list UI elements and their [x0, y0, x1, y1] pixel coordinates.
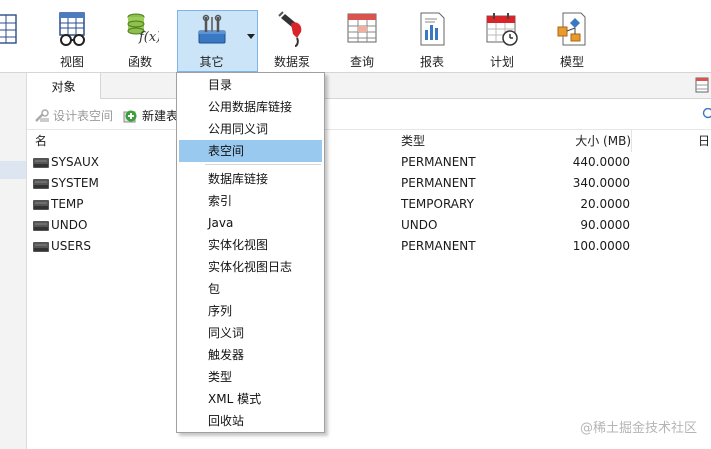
- new-tablespace-label: 新建表: [142, 109, 179, 123]
- object-toolbar: 设计表空间 新建表: [27, 99, 711, 130]
- cell-size: 90.0000: [580, 218, 630, 232]
- main-toolbar: 视图 f(x) 函数 其它: [0, 0, 711, 73]
- menu-item-trigger[interactable]: 触发器: [179, 344, 322, 366]
- cell-type: PERMANENT: [401, 239, 476, 253]
- model-diagram-icon: [557, 12, 586, 46]
- report-icon: [420, 12, 445, 46]
- cell-type: PERMANENT: [401, 176, 476, 190]
- model-button[interactable]: 模型: [546, 6, 598, 72]
- menu-item-directory[interactable]: 目录: [179, 74, 322, 96]
- cell-name: SYSTEM: [33, 173, 99, 194]
- tablespace-icon: [33, 157, 49, 168]
- menu-item-materialized-view[interactable]: 实体化视图: [179, 234, 322, 256]
- report-button-label: 报表: [419, 55, 444, 69]
- data-pump-button-label: 数据泵: [273, 55, 310, 69]
- tablespace-icon: [33, 199, 49, 210]
- cell-size: 20.0000: [580, 197, 630, 211]
- menu-item-package[interactable]: 包: [179, 278, 322, 300]
- menu-item-materialized-view-log[interactable]: 实体化视图日志: [179, 256, 322, 278]
- cell-size: 340.0000: [572, 176, 630, 190]
- schedule-calendar-icon: [486, 13, 518, 46]
- cell-type: TEMPORARY: [401, 197, 474, 211]
- data-pump-icon: [278, 11, 302, 47]
- tools-icon: [198, 14, 225, 44]
- view-button[interactable]: 视图: [46, 6, 98, 72]
- partial-grid-icon[interactable]: [0, 14, 18, 44]
- cell-type: PERMANENT: [401, 155, 476, 169]
- table-row[interactable]: TEMP TEMPORARY 20.0000: [27, 194, 711, 215]
- menu-item-type[interactable]: 类型: [179, 366, 322, 388]
- tab-objects-label: 对象: [51, 79, 76, 94]
- cell-size: 440.0000: [572, 155, 630, 169]
- tablespace-name: TEMP: [51, 197, 84, 211]
- tab-bar: 对象: [27, 73, 711, 99]
- menu-item-java[interactable]: Java: [179, 212, 322, 234]
- cell-name: SYSAUX: [33, 152, 99, 173]
- new-tablespace-button[interactable]: 新建表: [123, 107, 178, 124]
- search-icon[interactable]: [699, 108, 711, 122]
- report-button[interactable]: 报表: [406, 6, 458, 72]
- tablespace-name: UNDO: [51, 218, 88, 232]
- schedule-button-label: 计划: [489, 55, 514, 69]
- menu-item-public-db-link[interactable]: 公用数据库链接: [179, 96, 322, 118]
- column-separator[interactable]: [631, 130, 632, 152]
- cell-name: UNDO: [33, 215, 87, 236]
- cell-name: USERS: [33, 236, 91, 257]
- design-tablespace-label: 设计表空间: [53, 109, 114, 123]
- design-tablespace-button[interactable]: 设计表空间: [34, 107, 113, 124]
- menu-item-db-link[interactable]: 数据库链接: [179, 168, 322, 190]
- cell-name: TEMP: [33, 194, 84, 215]
- table-row[interactable]: SYSTEM PERMANENT 340.0000: [27, 173, 711, 194]
- function-icon: f(x): [127, 13, 159, 45]
- schedule-button[interactable]: 计划: [476, 6, 528, 72]
- query-button-label: 查询: [349, 55, 374, 69]
- design-wrench-icon: [35, 108, 49, 122]
- function-button[interactable]: f(x) 函数: [114, 6, 166, 72]
- menu-item-synonym[interactable]: 同义词: [179, 322, 322, 344]
- other-button[interactable]: 其它: [177, 10, 258, 72]
- column-header-type[interactable]: 类型: [401, 130, 425, 152]
- other-button-label: 其它: [199, 55, 224, 69]
- column-header-name[interactable]: 名: [35, 130, 47, 152]
- left-pane-selection: [0, 161, 26, 179]
- view-table-glasses-icon: [59, 12, 85, 46]
- query-button[interactable]: 查询: [336, 6, 388, 72]
- tab-objects[interactable]: 对象: [27, 73, 101, 99]
- menu-item-index[interactable]: 索引: [179, 190, 322, 212]
- tablespace-table: 名 类型 大小 (MB) 日 SYSAUX PERMANENT 440.0000…: [27, 130, 711, 449]
- data-pump-button[interactable]: 数据泵: [266, 6, 318, 72]
- menu-item-tablespace[interactable]: 表空间: [179, 140, 322, 162]
- cell-size: 100.0000: [572, 239, 630, 253]
- tablespace-icon: [33, 220, 49, 231]
- menu-item-sequence[interactable]: 序列: [179, 300, 322, 322]
- tablespace-name: SYSTEM: [51, 176, 99, 190]
- menu-item-public-synonym[interactable]: 公用同义词: [179, 118, 322, 140]
- tablespace-icon: [33, 241, 49, 252]
- grid-view-icon[interactable]: [695, 77, 709, 93]
- table-row[interactable]: USERS PERMANENT 100.0000: [27, 236, 711, 257]
- menu-item-xml-schema[interactable]: XML 模式: [179, 388, 322, 410]
- view-button-label: 视图: [59, 55, 84, 69]
- tablespace-name: SYSAUX: [51, 155, 99, 169]
- query-icon: [347, 13, 377, 43]
- menu-item-recycle-bin[interactable]: 回收站: [179, 410, 322, 432]
- other-dropdown-menu: 目录 公用数据库链接 公用同义词 表空间 数据库链接 索引 Java 实体化视图…: [176, 72, 325, 433]
- function-button-label: 函数: [127, 55, 152, 69]
- menu-separator: [205, 164, 321, 165]
- column-header-size[interactable]: 大小 (MB): [551, 130, 631, 152]
- svg-text:f(x): f(x): [138, 30, 159, 45]
- table-row[interactable]: SYSAUX PERMANENT 440.0000: [27, 152, 711, 173]
- chevron-down-icon[interactable]: [247, 34, 255, 40]
- tablespace-name: USERS: [51, 239, 91, 253]
- left-navigation-pane[interactable]: [0, 73, 27, 449]
- column-header-date[interactable]: 日: [698, 130, 710, 152]
- table-row[interactable]: UNDO UNDO 90.0000: [27, 215, 711, 236]
- tablespace-icon: [33, 178, 49, 189]
- cell-type: UNDO: [401, 218, 438, 232]
- watermark: @稀土掘金技术社区: [579, 421, 697, 436]
- model-button-label: 模型: [559, 55, 584, 69]
- add-icon: [123, 110, 137, 122]
